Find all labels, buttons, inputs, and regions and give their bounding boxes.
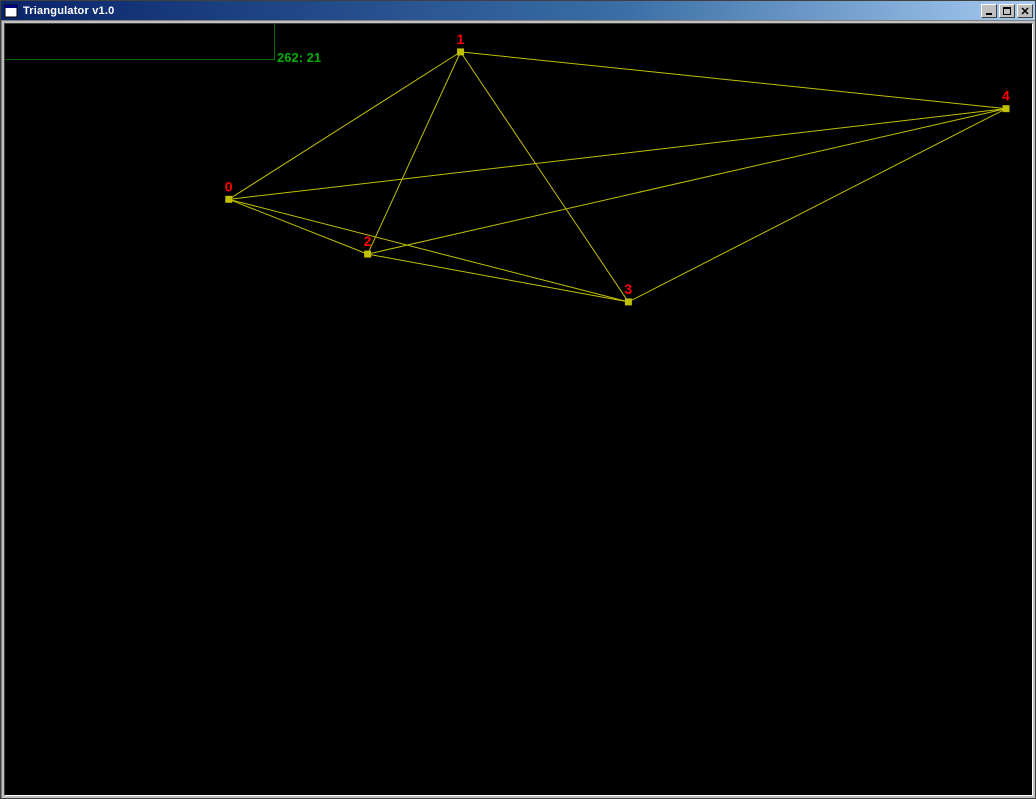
graph-plot: 0 1 2 3 4 — [5, 24, 1032, 795]
vertex-label: 0 — [225, 178, 233, 194]
graph-vertex[interactable] — [1003, 106, 1009, 112]
graph-vertex[interactable] — [226, 196, 232, 202]
close-button[interactable] — [1017, 4, 1033, 18]
graph-edge — [368, 109, 1006, 254]
graph-vertex[interactable] — [458, 49, 464, 55]
canvas[interactable]: 262: 21 01234 — [4, 23, 1033, 796]
graph-edge — [368, 254, 629, 302]
graph-vertex[interactable] — [625, 299, 631, 305]
minimize-button[interactable] — [981, 4, 997, 18]
graph-edge — [229, 199, 629, 302]
graph-edge — [229, 199, 368, 254]
titlebar[interactable]: Triangulator v1.0 — [1, 1, 1035, 20]
window-title: Triangulator v1.0 — [23, 5, 979, 17]
app-icon — [3, 3, 19, 19]
app-window: Triangulator v1.0 262: 21 01234 — [0, 0, 1036, 799]
graph-edge — [461, 52, 1006, 109]
vertex-label: 3 — [624, 281, 632, 297]
graph-vertex[interactable] — [365, 251, 371, 257]
maximize-button[interactable] — [999, 4, 1015, 18]
vertex-label: 4 — [1002, 88, 1010, 104]
vertex-label: 1 — [457, 31, 465, 47]
client-area: 262: 21 01234 — [1, 20, 1035, 798]
window-controls — [979, 4, 1033, 18]
graph-edge — [368, 52, 461, 254]
graph-edge — [229, 109, 1006, 200]
graph-edge — [628, 109, 1006, 302]
graph-edge — [461, 52, 629, 302]
vertex-label: 2 — [364, 233, 372, 249]
graph-edge — [229, 52, 461, 199]
